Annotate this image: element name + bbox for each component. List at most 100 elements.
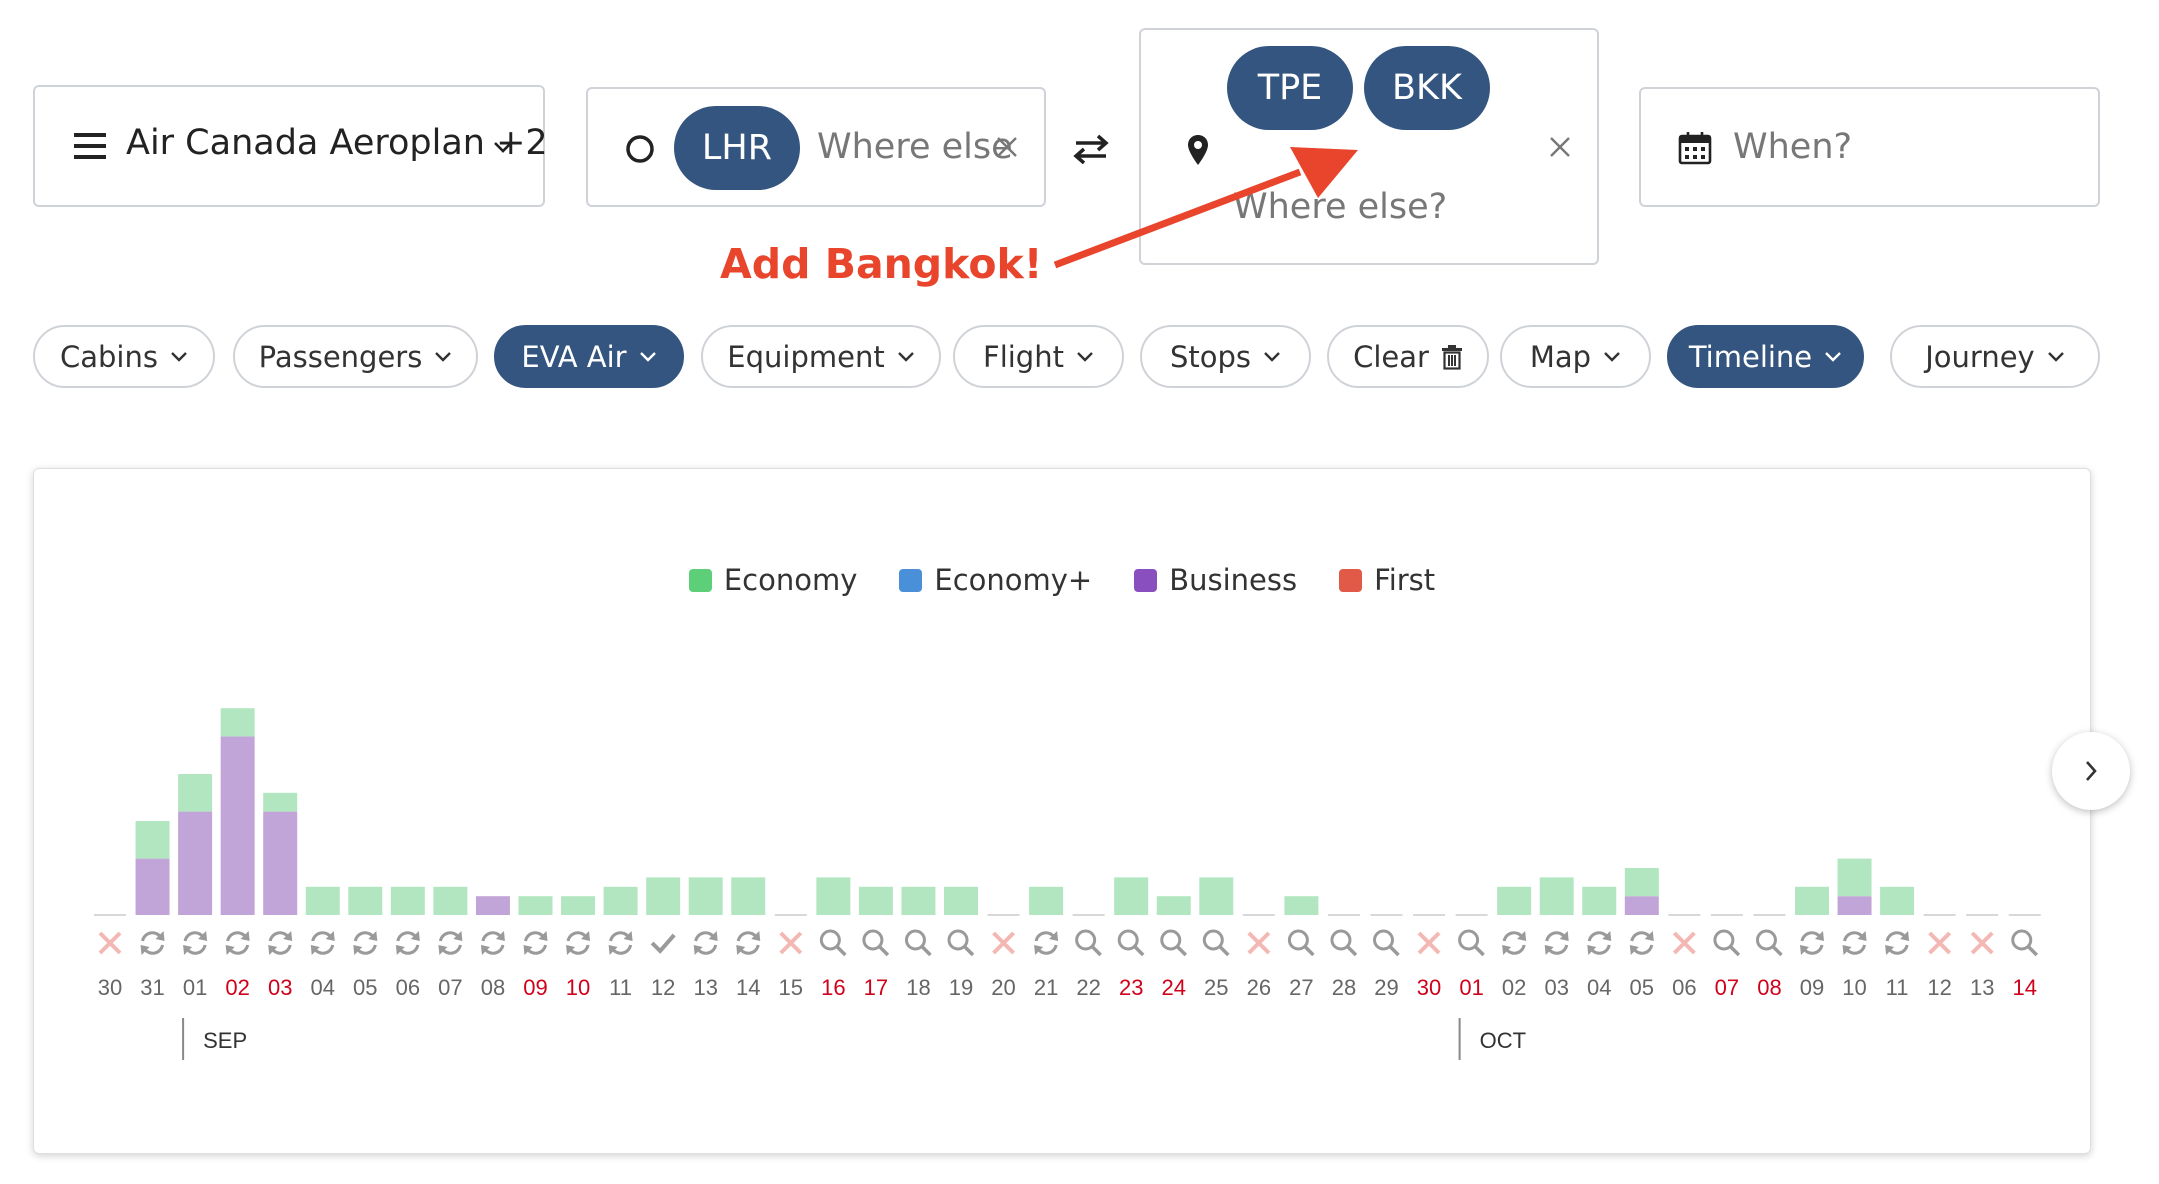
refresh-icon[interactable] — [1502, 931, 1527, 955]
search-icon[interactable] — [819, 929, 847, 957]
refresh-icon[interactable] — [480, 931, 505, 955]
search-icon[interactable] — [1755, 929, 1783, 957]
bar-economy[interactable] — [901, 886, 936, 915]
bar-economy[interactable] — [135, 821, 170, 859]
bar-economy[interactable] — [1156, 896, 1191, 915]
refresh-icon[interactable] — [1885, 931, 1910, 955]
refresh-icon[interactable] — [183, 931, 208, 955]
refresh-icon[interactable] — [693, 931, 718, 955]
unavailable-icon[interactable] — [1247, 931, 1271, 955]
day-label: 08 — [1757, 975, 1781, 1000]
bar-economy[interactable] — [731, 877, 766, 915]
bar-business[interactable] — [135, 858, 170, 915]
month-label: OCT — [1480, 1028, 1526, 1053]
next-page-button[interactable] — [2052, 732, 2130, 810]
bar-economy[interactable] — [305, 886, 340, 915]
check-icon[interactable] — [650, 933, 676, 954]
bar-economy[interactable] — [220, 708, 255, 737]
bar-economy[interactable] — [1497, 886, 1532, 915]
refresh-icon[interactable] — [736, 931, 761, 955]
bar-business[interactable] — [263, 811, 298, 915]
unavailable-icon[interactable] — [1928, 931, 1952, 955]
refresh-icon[interactable] — [1842, 931, 1867, 955]
unavailable-icon[interactable] — [1417, 931, 1441, 955]
unavailable-icon[interactable] — [1672, 931, 1696, 955]
refresh-icon[interactable] — [566, 931, 591, 955]
search-icon[interactable] — [1075, 929, 1102, 957]
refresh-icon[interactable] — [523, 931, 548, 955]
refresh-icon[interactable] — [395, 931, 420, 955]
refresh-icon[interactable] — [1587, 931, 1612, 955]
bar-economy[interactable] — [944, 886, 978, 915]
day-label: 26 — [1247, 975, 1271, 1000]
bar-economy[interactable] — [433, 886, 468, 915]
unavailable-icon[interactable] — [98, 931, 122, 955]
refresh-icon[interactable] — [1544, 931, 1569, 955]
bar-economy[interactable] — [178, 774, 213, 812]
refresh-icon[interactable] — [1034, 931, 1059, 955]
refresh-icon[interactable] — [310, 931, 335, 955]
search-icon[interactable] — [1713, 929, 1741, 957]
bar-economy[interactable] — [1199, 877, 1234, 915]
bar-economy[interactable] — [1837, 858, 1872, 897]
refresh-icon[interactable] — [225, 931, 250, 955]
day-label: 03 — [1544, 975, 1568, 1000]
bar-economy[interactable] — [858, 886, 893, 915]
day-label: 23 — [1119, 975, 1143, 1000]
bar-economy[interactable] — [518, 896, 553, 915]
search-icon[interactable] — [1117, 929, 1145, 957]
search-icon[interactable] — [1287, 929, 1315, 957]
refresh-icon[interactable] — [1629, 931, 1654, 955]
day-label: 04 — [1587, 975, 1611, 1000]
bar-business[interactable] — [178, 811, 213, 915]
bar-business[interactable] — [475, 896, 510, 915]
bar-business[interactable] — [220, 736, 255, 915]
search-icon[interactable] — [2011, 929, 2038, 957]
day-label: 03 — [268, 975, 292, 1000]
bar-business[interactable] — [1837, 896, 1872, 915]
bar-economy[interactable] — [688, 877, 723, 915]
refresh-icon[interactable] — [268, 931, 293, 955]
search-icon[interactable] — [1330, 929, 1358, 957]
bar-economy[interactable] — [1795, 886, 1829, 915]
bar-economy[interactable] — [646, 877, 681, 915]
unavailable-icon[interactable] — [779, 931, 803, 955]
bar-economy[interactable] — [1880, 886, 1915, 915]
bar-economy[interactable] — [1624, 868, 1659, 897]
unavailable-icon[interactable] — [1970, 931, 1994, 955]
bar-economy[interactable] — [1539, 877, 1574, 915]
search-icon[interactable] — [862, 929, 890, 957]
refresh-icon[interactable] — [353, 931, 378, 955]
bar-economy[interactable] — [561, 896, 596, 915]
unavailable-icon[interactable] — [992, 931, 1015, 955]
bar-economy[interactable] — [1114, 877, 1149, 915]
day-label: 07 — [1715, 975, 1739, 1000]
bar-economy[interactable] — [390, 886, 425, 915]
bar-business[interactable] — [1624, 896, 1659, 915]
search-icon[interactable] — [1160, 929, 1187, 957]
day-label: 25 — [1204, 975, 1228, 1000]
bar-economy[interactable] — [816, 877, 851, 915]
bar-economy[interactable] — [1029, 886, 1064, 915]
bar-economy[interactable] — [603, 886, 638, 915]
refresh-icon[interactable] — [438, 931, 463, 955]
day-label: 05 — [1630, 975, 1654, 1000]
search-icon[interactable] — [904, 929, 932, 957]
refresh-icon[interactable] — [140, 931, 165, 955]
bar-economy[interactable] — [263, 792, 298, 812]
refresh-icon[interactable] — [1800, 931, 1824, 955]
day-label: 27 — [1289, 975, 1313, 1000]
search-icon[interactable] — [1202, 929, 1230, 957]
day-label: 04 — [311, 975, 335, 1000]
search-icon[interactable] — [1373, 929, 1400, 957]
bar-economy[interactable] — [1582, 886, 1617, 915]
day-label: 09 — [523, 975, 547, 1000]
bar-economy[interactable] — [348, 886, 383, 915]
search-icon[interactable] — [947, 929, 975, 957]
day-label: 11 — [609, 975, 632, 1000]
day-label: 17 — [864, 975, 888, 1000]
refresh-icon[interactable] — [608, 931, 633, 955]
search-icon[interactable] — [1458, 929, 1485, 957]
day-label: 15 — [779, 975, 803, 1000]
bar-economy[interactable] — [1284, 896, 1319, 915]
